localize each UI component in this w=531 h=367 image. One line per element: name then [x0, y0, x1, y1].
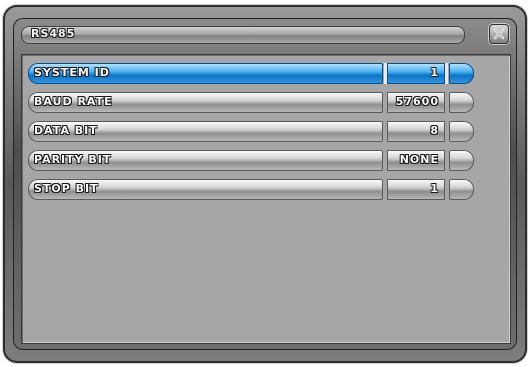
setting-label-bar: SYSTEM ID	[28, 63, 383, 84]
setting-label-bar: PARITY BIT	[28, 150, 383, 171]
close-icon	[493, 28, 505, 40]
setting-label: DATA BIT	[34, 124, 98, 137]
setting-label: PARITY BIT	[34, 153, 112, 166]
setting-row-cap	[449, 179, 474, 200]
setting-value: NONE	[399, 153, 439, 166]
setting-label-bar: STOP BIT	[28, 179, 383, 200]
setting-label: BAUD RATE	[34, 95, 113, 108]
setting-value-field[interactable]: 1	[387, 179, 445, 200]
setting-value: 8	[430, 124, 439, 137]
setting-label-bar: DATA BIT	[28, 121, 383, 142]
setting-row-cap	[449, 150, 474, 171]
setting-row-cap	[449, 121, 474, 142]
setting-label: STOP BIT	[34, 182, 99, 195]
setting-value-field[interactable]: 8	[387, 121, 445, 142]
setting-row-cap	[449, 63, 474, 84]
setting-label-bar: BAUD RATE	[28, 92, 383, 113]
setting-row-cap	[449, 92, 474, 113]
close-button[interactable]	[489, 24, 509, 44]
setting-value-field[interactable]: 57600	[387, 92, 445, 113]
setting-value: 1	[430, 182, 439, 195]
dialog-body: RS485 SYSTEM ID 1 BAUD RATE 57600 DATA B…	[13, 18, 517, 350]
setting-value-field[interactable]: 1	[387, 63, 445, 84]
rs485-dialog: RS485 SYSTEM ID 1 BAUD RATE 57600 DATA B…	[3, 5, 527, 363]
settings-panel: SYSTEM ID 1 BAUD RATE 57600 DATA BIT 8 P…	[21, 54, 511, 344]
title-bar: RS485	[21, 26, 465, 44]
dialog-title: RS485	[31, 27, 76, 40]
setting-value: 1	[430, 66, 439, 79]
setting-value: 57600	[395, 95, 439, 108]
setting-label: SYSTEM ID	[34, 66, 110, 79]
setting-value-field[interactable]: NONE	[387, 150, 445, 171]
